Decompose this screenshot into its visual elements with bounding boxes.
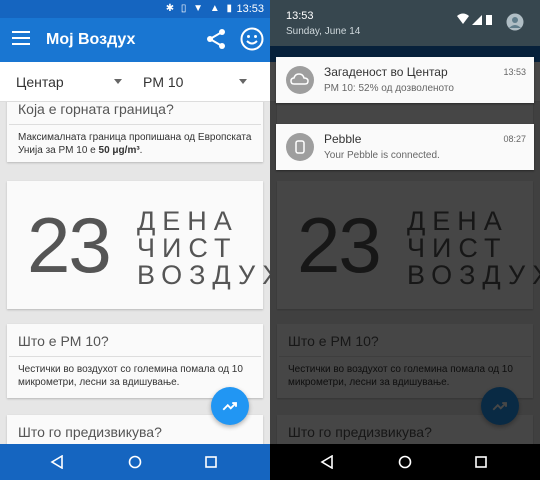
menu-icon[interactable] [12, 31, 30, 45]
home-icon[interactable] [398, 455, 412, 469]
cloud-icon [286, 66, 314, 94]
shade-header: 13:53 Sunday, June 14 [270, 0, 540, 46]
limit-card-title: Која е горната граница? [9, 102, 261, 125]
screenshot-pair: ✱ ▯ ▼ ▲ ▮ 13:53 Мој Воздух Центар PM 10 … [0, 0, 540, 480]
smiley-icon[interactable] [240, 27, 264, 51]
trend-fab-button[interactable] [211, 387, 249, 425]
share-icon[interactable] [204, 27, 228, 51]
clean-days-number: 23 [27, 201, 112, 289]
app-bar: Мој Воздух [0, 18, 270, 62]
limit-card-text: Максималната граница пропишана од Европс… [18, 132, 252, 156]
selector-bar: Центар PM 10 [0, 62, 270, 102]
notification-text: Your Pebble is connected. [324, 150, 440, 161]
notification-text: PM 10: 52% од дозволеното [324, 83, 454, 94]
dropdown-arrow-icon [114, 79, 122, 84]
pollutant-dropdown[interactable]: PM 10 [143, 74, 249, 90]
app-screen: ✱ ▯ ▼ ▲ ▮ 13:53 Мој Воздух Центар PM 10 … [0, 0, 270, 480]
clean-days-card: 23 ДЕНА ЧИСТ ВОЗДУХ [7, 181, 270, 309]
notification-title: Загаденост во Центар [324, 65, 448, 79]
dropdown-arrow-icon [239, 79, 247, 84]
notification-time: 13:53 [503, 67, 526, 77]
status-time: 13:53 [236, 3, 264, 15]
recents-icon[interactable] [474, 455, 488, 469]
status-bar: ✱ ▯ ▼ ▲ ▮ 13:53 [0, 0, 270, 18]
shade-time: 13:53 [286, 10, 314, 22]
clean-days-word-1: ДЕНА [137, 206, 239, 236]
trending-up-icon [222, 402, 237, 411]
quick-status-icons [457, 13, 492, 25]
back-icon[interactable] [320, 455, 334, 469]
watch-icon [286, 133, 314, 161]
limit-value: 50 μg/m³ [98, 145, 140, 156]
status-icons: ✱ ▯ ▼ ▲ ▮ [165, 3, 234, 14]
home-icon[interactable] [128, 455, 142, 469]
recents-icon[interactable] [204, 455, 218, 469]
notification-time: 08:27 [503, 134, 526, 144]
nav-bar [270, 444, 540, 480]
back-icon[interactable] [50, 455, 64, 469]
pm-card-title: Што е PM 10? [9, 324, 261, 357]
location-dropdown[interactable]: Центар [16, 74, 124, 90]
notification-card-pebble[interactable]: Pebble Your Pebble is connected. 08:27 [276, 124, 534, 170]
nav-bar [0, 444, 270, 480]
limit-card: Која е горната граница? Максималната гра… [7, 102, 263, 162]
location-value: Центар [16, 74, 64, 90]
notification-screen: 23 ДЕНА ЧИСТ ВОЗДУХ Што е PM 10? Честичк… [270, 0, 540, 480]
notification-title: Pebble [324, 132, 362, 146]
clean-days-word-2: ЧИСТ [137, 233, 238, 263]
app-title: Мој Воздух [46, 31, 136, 48]
clean-days-word-3: ВОЗДУХ [137, 260, 270, 290]
notification-card-pollution[interactable]: Загаденост во Центар PM 10: 52% од дозво… [276, 57, 534, 103]
avatar-icon[interactable] [506, 13, 524, 31]
shade-date: Sunday, June 14 [286, 26, 361, 37]
pollutant-value: PM 10 [143, 74, 184, 90]
